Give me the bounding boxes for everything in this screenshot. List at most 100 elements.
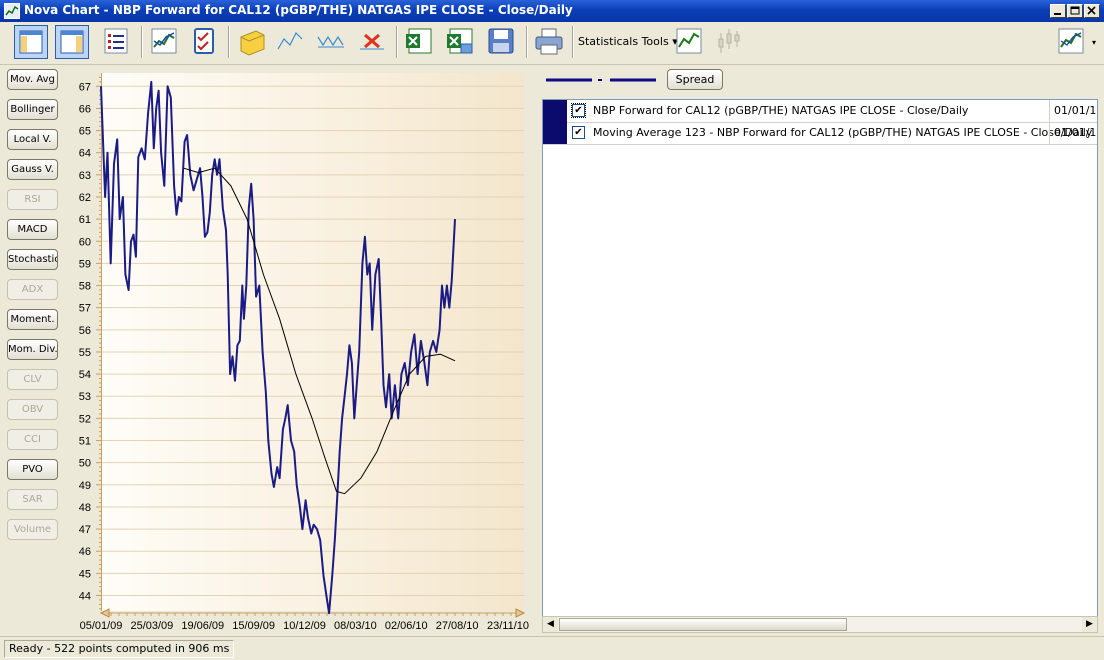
series-date: 01/01/11 [1049,122,1097,144]
x-tick-label: 10/12/09 [283,620,326,632]
statistical-tools-label: Statisticals Tools [578,35,669,48]
layout-right-button[interactable] [55,25,89,59]
maximize-icon [1070,6,1080,15]
title-bar[interactable]: Nova Chart - NBP Forward for CAL12 (pGBP… [0,0,1104,22]
x-tick-label: 05/01/09 [80,620,123,632]
y-tick-label: 62 [79,192,91,204]
print-button[interactable] [533,25,567,59]
toolbar-overflow-icon[interactable]: ▾ [1092,38,1096,47]
indicator-button[interactable]: CCI [7,429,58,450]
candlestick-button[interactable] [713,25,747,59]
layout-left-button[interactable] [14,25,48,59]
status-text: Ready - 522 points computed in 906 ms [4,640,235,658]
x-tick-label: 15/09/09 [232,620,275,632]
y-tick-label: 58 [79,281,91,293]
x-tick-label: 27/08/10 [436,620,479,632]
statistical-tools-dropdown[interactable]: Statisticals Tools ▾ [578,35,678,48]
minimize-button[interactable] [1050,4,1066,18]
series-color-swatch[interactable] [543,100,567,122]
checklist-button[interactable] [188,25,222,59]
y-tick-label: 65 [79,126,91,138]
delete-icon [360,33,384,50]
price-chart[interactable]: 44 45 46 47 48 49 50 51 52 53 54 55 56 57 58 59 60 61 62 63… [66,66,532,636]
y-tick-label: 51 [79,436,91,448]
window-title: Nova Chart - NBP Forward for CAL12 (pGBP… [24,3,573,17]
note-icon [240,30,265,56]
close-icon [1087,6,1096,15]
chart-settings-icon [1058,28,1084,54]
y-tick-label: 49 [79,480,91,492]
series-date: 01/01/11 [1049,100,1097,122]
indicator-button[interactable]: Volume [7,519,58,540]
note-button[interactable] [236,25,270,59]
indicator-button[interactable]: SAR [7,489,58,510]
y-tick-label: 56 [79,325,91,337]
indicator-button[interactable]: Mom. Div. [7,339,58,360]
y-tick-label: 54 [79,369,91,381]
indicator-button[interactable]: Gauss V. [7,159,58,180]
print-icon [535,28,563,55]
minimize-icon [1054,13,1061,15]
line-chart-icon [676,28,702,54]
excel-export-button[interactable] [444,25,478,59]
save-button[interactable] [485,25,519,59]
indicator-button[interactable]: MACD [7,219,58,240]
y-tick-label: 61 [79,214,91,226]
series-list[interactable]: ✔ NBP Forward for CAL12 (pGBP/THE) NATGAS… [542,99,1098,617]
series-checkbox[interactable]: ✔ [571,103,586,118]
trendline-button[interactable] [274,25,308,59]
status-bar: Ready - 522 points computed in 906 ms [0,636,1104,660]
y-tick-label: 63 [79,170,91,182]
trendline-icon [277,31,303,50]
horizontal-scrollbar[interactable]: ◀ ▶ [542,616,1098,633]
y-tick-label: 66 [79,103,91,115]
indicator-button[interactable]: Stochastic [7,249,58,270]
scroll-right-icon[interactable]: ▶ [1082,617,1097,632]
pattern-button[interactable] [315,25,349,59]
line-chart-button[interactable] [673,25,707,59]
indicator-button[interactable]: Mov. Avg [7,69,58,90]
indicator-button[interactable]: RSI [7,189,58,210]
pattern-icon [317,35,344,48]
series-color-swatch[interactable] [543,122,567,144]
series-row[interactable]: ✔ Moving Average 123 - NBP Forward for CA… [543,122,1097,145]
indicator-button[interactable]: OBV [7,399,58,420]
y-tick-label: 59 [79,258,91,270]
scroll-thumb[interactable] [559,618,847,631]
x-tick-label: 23/11/10 [487,620,529,632]
legend-line-style[interactable] [546,74,656,86]
series-name: NBP Forward for CAL12 (pGBP/THE) NATGAS … [593,104,969,117]
indicator-button[interactable]: PVO [7,459,58,480]
y-tick-label: 50 [79,458,91,470]
toolbar-separator [228,26,230,58]
indicator-button[interactable]: Local V. [7,129,58,150]
chart-settings-button[interactable] [1055,25,1089,59]
indicator-button[interactable]: Bollinger [7,99,58,120]
app-icon [4,3,20,19]
x-tick-label: 08/03/10 [334,620,377,632]
indicator-button[interactable]: ADX [7,279,58,300]
series-checkbox[interactable]: ✔ [572,126,585,139]
chart-button[interactable] [148,25,182,59]
series-name: Moving Average 123 - NBP Forward for CAL… [593,126,1093,139]
excel-export-icon [447,28,473,54]
toolbar-separator [526,26,528,58]
y-tick-label: 44 [79,591,91,603]
list-icon [104,28,128,54]
scroll-left-icon[interactable]: ◀ [543,617,558,632]
excel-icon [406,28,432,54]
y-tick-label: 57 [79,303,91,315]
toolbar: Statisticals Tools ▾ ▾ [0,22,1104,65]
y-tick-label: 48 [79,502,91,514]
y-tick-label: 52 [79,413,91,425]
maximize-button[interactable] [1067,4,1083,18]
close-button[interactable] [1084,4,1100,18]
spread-button[interactable]: Spread [667,69,723,90]
list-button[interactable] [100,25,134,59]
indicator-button[interactable]: Moment. [7,309,58,330]
delete-button[interactable] [356,25,390,59]
candlestick-icon [718,29,740,53]
indicator-button[interactable]: CLV [7,369,58,390]
series-row[interactable]: ✔ NBP Forward for CAL12 (pGBP/THE) NATGAS… [543,100,1097,123]
excel-button[interactable] [403,25,437,59]
